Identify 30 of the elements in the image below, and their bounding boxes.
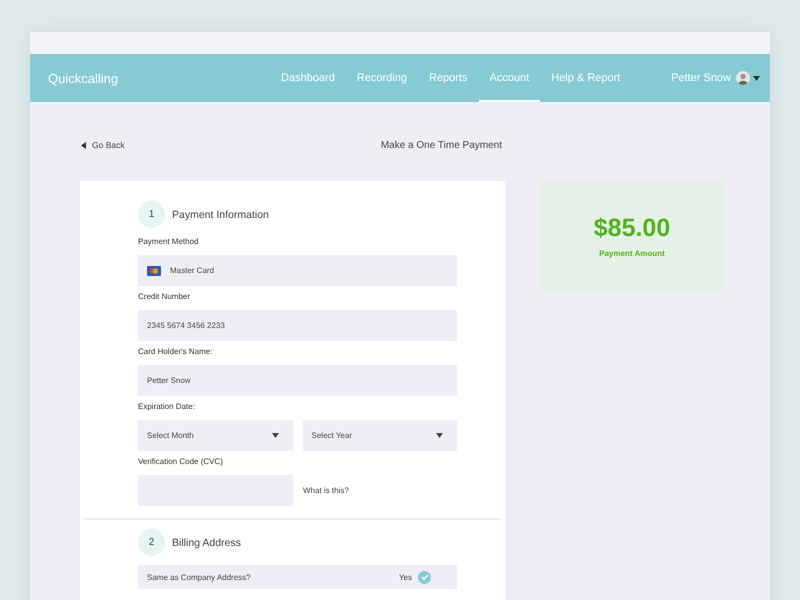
option-answer: Yes <box>398 572 412 582</box>
amount-label: Payment Amount <box>599 248 665 258</box>
step-number: 1 <box>138 201 165 228</box>
payment-method-field[interactable]: Master Card <box>138 255 457 286</box>
select-field[interactable]: Select Month <box>138 420 292 451</box>
option-label: Same as Company Address? <box>147 572 252 582</box>
field-label: Payment Method <box>138 237 200 248</box>
select-field[interactable]: Select Year <box>302 420 457 451</box>
amount-value: $85.00 <box>594 214 670 242</box>
checkbox[interactable] <box>418 570 431 584</box>
field-label: Verification Code (CVC) <box>138 457 224 468</box>
input-field[interactable]: 2345 5674 3456 2233 <box>138 310 457 341</box>
option-row[interactable]: Same as Company Address? Yes <box>138 565 457 589</box>
section-title: Payment Information <box>172 208 269 220</box>
page-title: Make a One Time Payment <box>380 140 502 150</box>
credit-card-icon <box>147 266 161 276</box>
avatar-icon[interactable] <box>736 71 750 85</box>
caret-icon <box>436 433 443 438</box>
check-icon <box>420 574 428 580</box>
field-label: Card Holder's Name: <box>138 347 214 358</box>
field-label: Expiration Date: <box>138 402 196 413</box>
section-title: Billing Address <box>172 536 241 548</box>
field-label: Credit Number <box>138 292 192 303</box>
caret-icon <box>272 433 278 438</box>
step-number: 2 <box>138 529 165 556</box>
go-back-link[interactable]: Go Back <box>80 140 125 150</box>
back-arrow-icon <box>81 142 86 148</box>
caret-icon[interactable] <box>753 76 760 80</box>
help-link[interactable]: What is this? <box>303 486 349 495</box>
input-field[interactable]: Petter Snow <box>138 365 457 396</box>
